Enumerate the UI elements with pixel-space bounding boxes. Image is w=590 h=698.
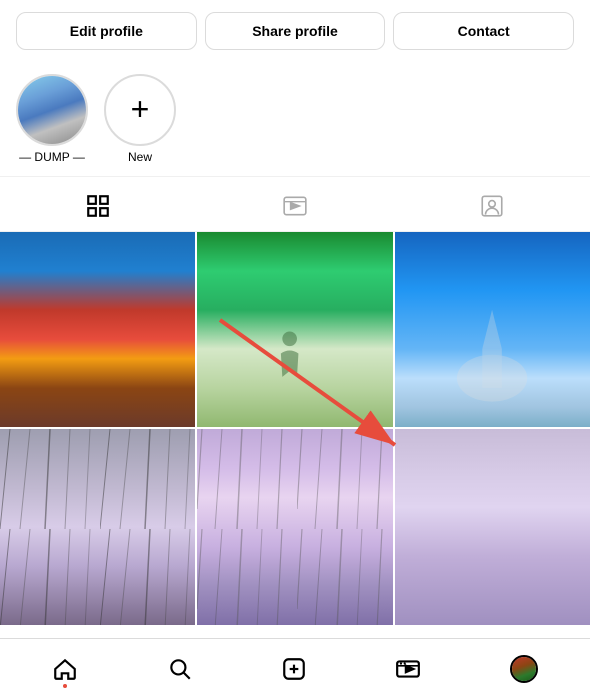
story-avatar-image xyxy=(18,76,86,144)
stupa-silhouette xyxy=(453,300,531,417)
tab-tagged-button[interactable] xyxy=(463,189,521,223)
nav-home-button[interactable] xyxy=(40,648,90,690)
grid-cell-6[interactable] xyxy=(395,429,590,624)
grid-image-6 xyxy=(395,429,590,624)
nav-profile-button[interactable] xyxy=(498,647,550,691)
search-icon xyxy=(167,656,193,682)
grid-image-3 xyxy=(395,232,590,427)
tagged-person-icon xyxy=(479,193,505,219)
grid-cell-3[interactable] xyxy=(395,232,590,427)
edit-profile-button[interactable]: Edit profile xyxy=(16,12,197,50)
content-tabs xyxy=(0,176,590,232)
tab-video-button[interactable] xyxy=(266,189,324,223)
story-label-dump: — DUMP — xyxy=(19,150,85,164)
grid-cell-2[interactable] xyxy=(197,232,392,427)
contact-button[interactable]: Contact xyxy=(393,12,574,50)
grid-cell-4[interactable] xyxy=(0,429,195,624)
nav-add-button[interactable] xyxy=(269,648,319,690)
profile-avatar xyxy=(510,655,538,683)
grid-image-5 xyxy=(197,429,392,624)
grid-icon xyxy=(85,193,111,219)
grid-image-2 xyxy=(197,232,392,427)
person-silhouette xyxy=(275,330,304,389)
nav-search-button[interactable] xyxy=(155,648,205,690)
story-label-new: New xyxy=(128,150,152,164)
story-avatar-dump xyxy=(16,74,88,146)
add-icon xyxy=(281,656,307,682)
grid-image-4 xyxy=(0,429,195,624)
share-profile-button[interactable]: Share profile xyxy=(205,12,386,50)
story-item-dump[interactable]: — DUMP — xyxy=(16,74,88,164)
photo-grid xyxy=(0,232,590,625)
bottom-navigation xyxy=(0,638,590,698)
grid-image-1 xyxy=(0,232,195,427)
story-item-new[interactable]: + New xyxy=(104,74,176,164)
tab-grid-button[interactable] xyxy=(69,189,127,223)
grid-cell-5[interactable] xyxy=(197,429,392,624)
profile-avatar-image xyxy=(512,657,536,681)
top-action-buttons: Edit profile Share profile Contact xyxy=(0,0,590,62)
story-new-circle: + xyxy=(104,74,176,146)
video-reel-icon xyxy=(282,193,308,219)
home-icon xyxy=(52,656,78,682)
reels-icon xyxy=(395,656,421,682)
grid-cell-1[interactable] xyxy=(0,232,195,427)
home-active-dot xyxy=(63,684,67,688)
stories-row: — DUMP — + New xyxy=(0,62,590,172)
nav-reels-button[interactable] xyxy=(383,648,433,690)
story-new-plus-icon: + xyxy=(131,93,150,125)
